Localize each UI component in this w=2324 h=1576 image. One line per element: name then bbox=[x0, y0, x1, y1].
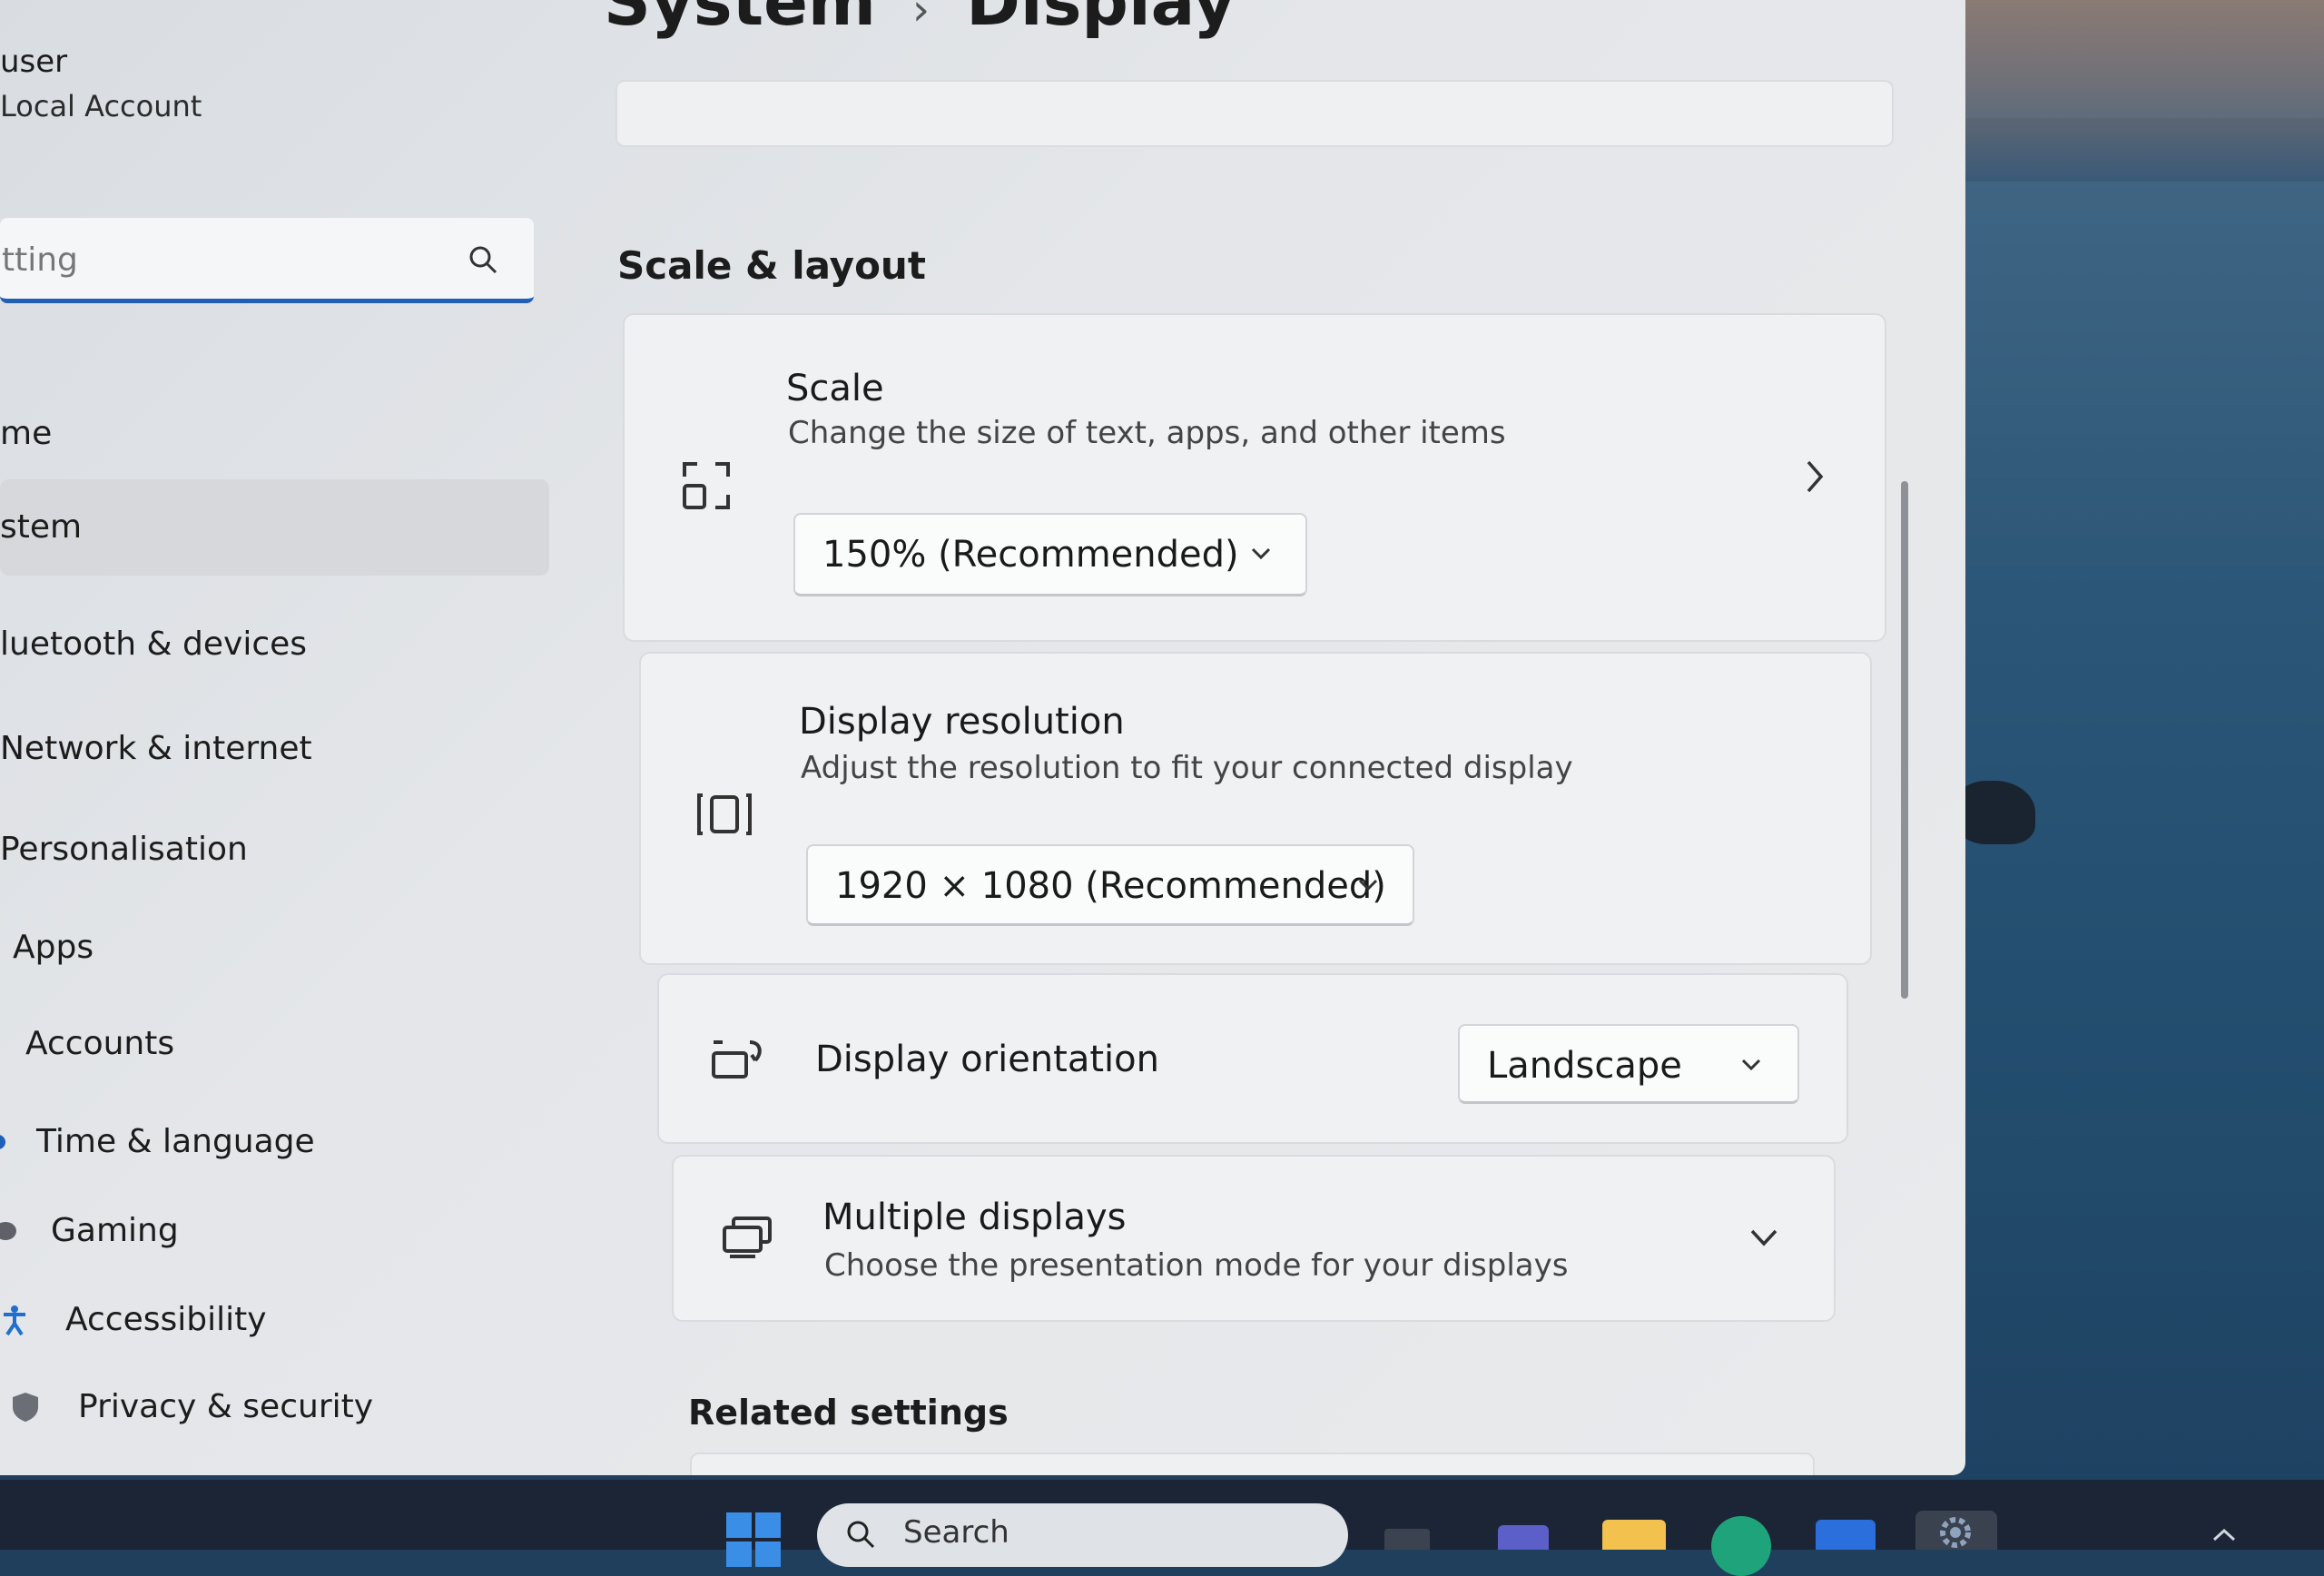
taskbar-search[interactable]: Search bbox=[817, 1503, 1348, 1567]
scale-dropdown-value: 150% (Recommended) bbox=[822, 534, 1239, 576]
resolution-dropdown-value: 1920 × 1080 (Recommended) bbox=[835, 865, 1386, 907]
sidebar: user Local Account me stem luetooth & de… bbox=[0, 0, 581, 1475]
sidebar-item-bluetooth[interactable]: luetooth & devices bbox=[0, 617, 545, 672]
chevron-down-icon bbox=[1251, 547, 1271, 560]
resolution-card[interactable]: Display resolution Adjust the resolution… bbox=[639, 652, 1872, 965]
task-view-icon[interactable] bbox=[1384, 1529, 1430, 1550]
accessibility-icon bbox=[4, 1305, 25, 1336]
sidebar-item-label: Network & internet bbox=[0, 730, 312, 767]
sidebar-item-network[interactable]: Network & internet bbox=[0, 722, 545, 776]
resolution-dropdown[interactable]: 1920 × 1080 (Recommended) bbox=[806, 844, 1414, 926]
edge-icon[interactable] bbox=[1711, 1516, 1771, 1576]
chevron-right-icon[interactable] bbox=[1801, 458, 1828, 495]
related-settings-card-partial[interactable] bbox=[690, 1453, 1815, 1475]
search-input[interactable] bbox=[0, 236, 439, 283]
breadcrumb-separator: › bbox=[911, 0, 931, 35]
user-name: user bbox=[0, 44, 68, 80]
globe-icon bbox=[0, 1135, 5, 1149]
breadcrumb: System › Display bbox=[604, 0, 1236, 40]
sidebar-item-accessibility[interactable]: Accessibility bbox=[0, 1293, 545, 1347]
resolution-description: Adjust the resolution to fit your connec… bbox=[801, 750, 1573, 786]
taskbar-search-placeholder: Search bbox=[903, 1514, 1009, 1551]
file-explorer-icon[interactable] bbox=[1602, 1520, 1666, 1550]
breadcrumb-parent[interactable]: System bbox=[604, 0, 876, 40]
wallpaper-hills bbox=[1952, 118, 2324, 182]
desktop-wallpaper bbox=[1952, 0, 2324, 1489]
orientation-dropdown-value: Landscape bbox=[1487, 1045, 1682, 1087]
chevron-down-icon[interactable] bbox=[1748, 1224, 1779, 1251]
scale-icon bbox=[683, 462, 730, 509]
multiple-displays-icon bbox=[723, 1216, 772, 1258]
sidebar-item-label: Accounts bbox=[25, 1025, 175, 1062]
multiple-displays-card[interactable]: Multiple displays Choose the presentatio… bbox=[672, 1155, 1836, 1322]
search-icon[interactable] bbox=[467, 243, 499, 276]
chevron-down-icon bbox=[1741, 1059, 1761, 1071]
sidebar-item-label: me bbox=[0, 415, 53, 452]
settings-search-box[interactable] bbox=[0, 218, 534, 303]
scrollbar[interactable] bbox=[1901, 481, 1908, 999]
sidebar-item-label: Accessibility bbox=[65, 1301, 267, 1338]
settings-gear-icon[interactable] bbox=[1915, 1511, 1997, 1550]
orientation-icon bbox=[712, 1040, 762, 1079]
sidebar-item-system[interactable]: stem bbox=[0, 479, 549, 576]
scale-dropdown[interactable]: 150% (Recommended) bbox=[793, 513, 1307, 596]
sidebar-item-home[interactable]: me bbox=[0, 407, 545, 461]
orientation-title: Display orientation bbox=[815, 1039, 1159, 1080]
windows-start-icon[interactable] bbox=[726, 1512, 781, 1567]
wallpaper-rock bbox=[1954, 781, 2035, 844]
taskbar: Search bbox=[0, 1480, 2324, 1576]
sidebar-item-label: stem bbox=[0, 508, 83, 546]
sidebar-item-personalisation[interactable]: Personalisation bbox=[0, 822, 545, 877]
sidebar-item-label: Personalisation bbox=[0, 831, 248, 868]
sidebar-item-label: luetooth & devices bbox=[0, 625, 308, 663]
user-account-type: Local Account bbox=[0, 89, 202, 123]
resolution-title: Display resolution bbox=[799, 701, 1125, 743]
gear-icon bbox=[1940, 1517, 1971, 1548]
shield-icon bbox=[13, 1393, 38, 1422]
scale-title: Scale bbox=[786, 368, 884, 409]
sidebar-item-label: Gaming bbox=[51, 1212, 179, 1249]
settings-window: user Local Account me stem luetooth & de… bbox=[0, 0, 1965, 1475]
sidebar-item-accounts[interactable]: Accounts bbox=[25, 1017, 552, 1071]
brightness-card-partial bbox=[615, 80, 1894, 147]
sidebar-item-gaming[interactable]: Gaming bbox=[0, 1204, 545, 1258]
sidebar-item-label: Privacy & security bbox=[78, 1388, 374, 1425]
teams-icon[interactable] bbox=[1498, 1525, 1549, 1550]
orientation-card: Display orientation Landscape bbox=[657, 973, 1848, 1144]
related-settings-heading: Related settings bbox=[688, 1393, 1009, 1433]
scale-card[interactable]: Scale Change the size of text, apps, and… bbox=[623, 313, 1886, 642]
multiple-displays-title: Multiple displays bbox=[822, 1197, 1127, 1238]
section-title: Scale & layout bbox=[617, 243, 926, 288]
chevron-down-icon bbox=[1358, 879, 1378, 891]
sidebar-item-time-language[interactable]: Time & language bbox=[0, 1115, 545, 1169]
sidebar-item-label: Apps bbox=[13, 929, 94, 966]
orientation-dropdown[interactable]: Landscape bbox=[1458, 1024, 1799, 1104]
sidebar-item-label: Time & language bbox=[36, 1123, 315, 1160]
sidebar-item-apps[interactable]: Apps bbox=[13, 921, 548, 975]
gamepad-icon bbox=[0, 1222, 16, 1240]
resolution-icon bbox=[697, 793, 752, 835]
scale-description: Change the size of text, apps, and other… bbox=[788, 415, 1506, 451]
search-icon bbox=[847, 1521, 875, 1549]
multiple-displays-description: Choose the presentation mode for your di… bbox=[824, 1247, 1569, 1284]
page-title: Display bbox=[966, 0, 1236, 40]
chevron-up-icon[interactable] bbox=[2211, 1525, 2238, 1543]
store-icon[interactable] bbox=[1816, 1520, 1876, 1550]
sidebar-item-privacy[interactable]: Privacy & security bbox=[0, 1380, 545, 1434]
